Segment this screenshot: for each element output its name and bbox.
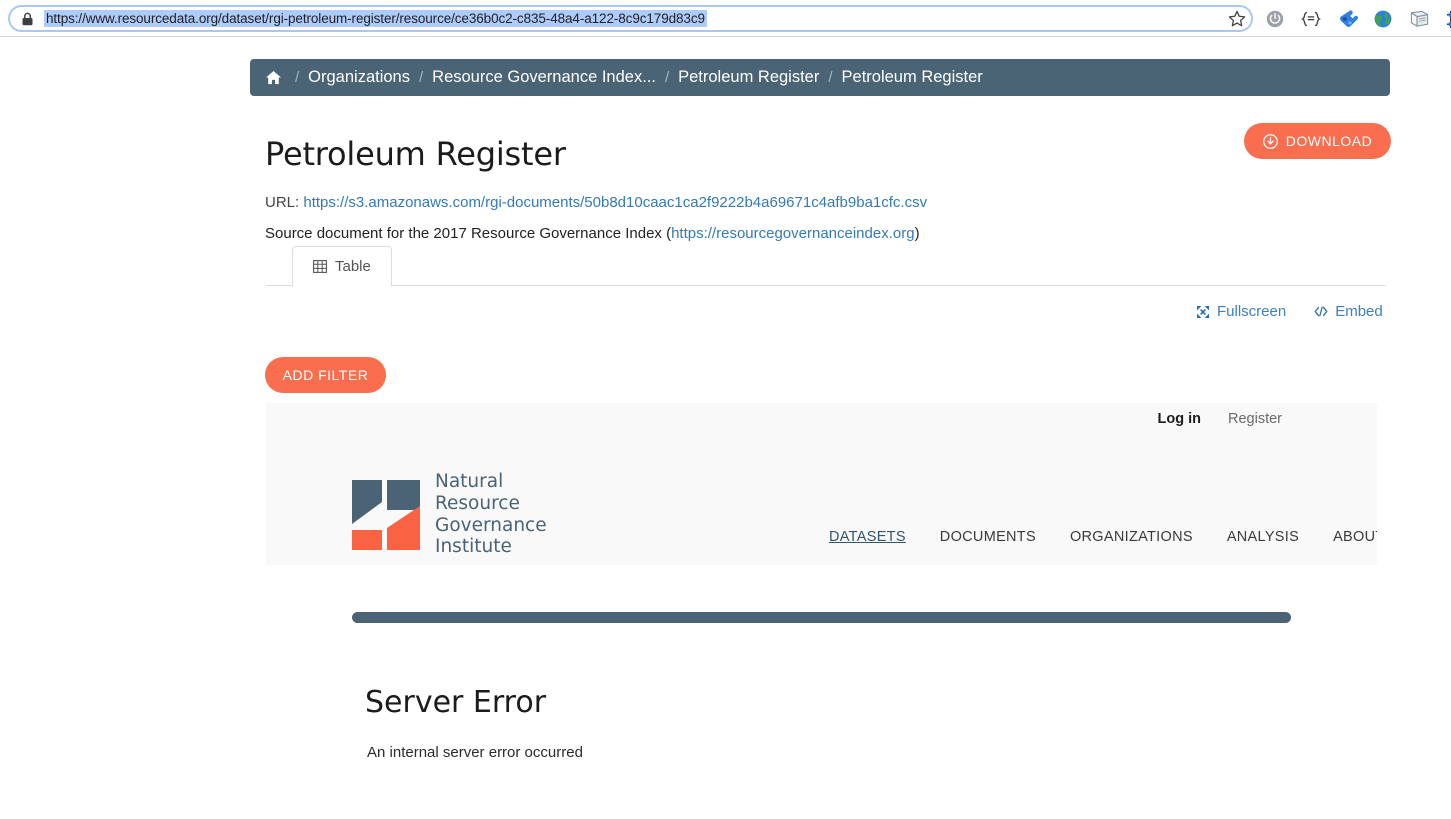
- server-error-title: Server Error: [365, 685, 547, 720]
- view-tabs: Table: [266, 246, 1386, 287]
- embed-label: Embed: [1335, 303, 1383, 320]
- logo-line-2: Resource: [435, 492, 520, 514]
- url-text[interactable]: https://www.resourcedata.org/dataset/rgi…: [44, 10, 707, 27]
- embedded-user-links: Log in Register: [1158, 411, 1283, 427]
- resource-url-link[interactable]: https://s3.amazonaws.com/rgi-documents/5…: [303, 194, 927, 211]
- embed-button[interactable]: Embed: [1314, 303, 1383, 320]
- view-controls: Fullscreen Embed: [1196, 303, 1383, 320]
- nav-item-analysis[interactable]: ANALYSIS: [1210, 529, 1316, 545]
- address-bar[interactable]: https://www.resourcedata.org/dataset/rgi…: [8, 5, 1253, 32]
- nav-item-about[interactable]: ABOUT: [1316, 529, 1377, 545]
- breadcrumb-item-organization[interactable]: Resource Governance Index...: [432, 68, 656, 87]
- puzzle-blue-icon[interactable]: [1336, 8, 1358, 30]
- page-title: Petroleum Register: [265, 135, 566, 173]
- embedded-main-nav: DATASETS DOCUMENTS ORGANIZATIONS ANALYSI…: [812, 529, 1377, 545]
- breadcrumb: / Organizations / Resource Governance In…: [250, 59, 1390, 96]
- nrgi-logo-mark: [352, 479, 420, 550]
- breadcrumb-separator: /: [664, 69, 670, 86]
- nav-item-datasets[interactable]: DATASETS: [812, 529, 923, 545]
- logo-line-1: Natural: [435, 471, 504, 492]
- table-grid-icon: [313, 259, 327, 274]
- browser-toolbar: https://www.resourcedata.org/dataset/rgi…: [0, 0, 1451, 37]
- description-prefix: Source document for the 2017 Resource Go…: [265, 225, 672, 242]
- embedded-site-header: Log in Register Natural Resource Governa…: [266, 403, 1377, 565]
- fullscreen-button[interactable]: Fullscreen: [1196, 303, 1286, 320]
- register-link[interactable]: Register: [1228, 411, 1282, 427]
- breadcrumb-item-organizations[interactable]: Organizations: [308, 68, 410, 87]
- tab-table[interactable]: Table: [292, 246, 392, 287]
- resource-url-line: URL: https://s3.amazonaws.com/rgi-docume…: [265, 194, 927, 211]
- code-brackets-icon: [1314, 305, 1328, 319]
- download-button-label: DOWNLOAD: [1285, 133, 1373, 149]
- embedded-resource-frame: Log in Register Natural Resource Governa…: [266, 403, 1377, 819]
- server-error-message: An internal server error occurred: [367, 744, 583, 761]
- breadcrumb-separator: /: [418, 69, 424, 86]
- fullscreen-label: Fullscreen: [1217, 303, 1287, 320]
- url-label: URL:: [265, 194, 300, 211]
- resource-description: Source document for the 2017 Resource Go…: [265, 225, 920, 242]
- braces-menu-icon[interactable]: [1300, 8, 1322, 30]
- star-outline-icon[interactable]: [1228, 10, 1246, 28]
- breadcrumb-separator: /: [828, 69, 833, 86]
- power-circle-icon[interactable]: [1264, 8, 1286, 30]
- lock-icon: [20, 12, 34, 26]
- description-suffix: ): [914, 225, 920, 242]
- nav-item-organizations[interactable]: ORGANIZATIONS: [1053, 529, 1210, 545]
- breadcrumb-item-resource[interactable]: Petroleum Register: [842, 68, 983, 87]
- logo-line-4: Institute: [435, 536, 512, 558]
- logo-line-3: Governance: [435, 514, 547, 536]
- login-link[interactable]: Log in: [1158, 411, 1202, 427]
- embedded-divider-bar: [352, 612, 1291, 623]
- crop-frame-icon[interactable]: [1444, 8, 1451, 30]
- globe-icon[interactable]: [1372, 8, 1394, 30]
- nav-item-documents[interactable]: DOCUMENTS: [923, 529, 1053, 545]
- nrgi-logo-wordmark: Natural Resource Governance Institute: [435, 471, 547, 558]
- expand-arrows-icon: [1196, 305, 1210, 319]
- page-content: / Organizations / Resource Governance In…: [0, 37, 1451, 819]
- home-icon[interactable]: [264, 70, 282, 86]
- breadcrumb-item-dataset[interactable]: Petroleum Register: [678, 68, 819, 87]
- notebook-icon[interactable]: [1408, 8, 1430, 30]
- breadcrumb-separator: /: [295, 69, 300, 86]
- tab-table-label: Table: [335, 258, 371, 275]
- extension-icons: [1264, 7, 1451, 31]
- add-filter-button[interactable]: ADD FILTER: [265, 357, 386, 393]
- description-link[interactable]: https://resourcegovernanceindex.org: [671, 225, 914, 242]
- nrgi-logo[interactable]: Natural Resource Governance Institute: [352, 471, 547, 558]
- download-circle-icon: [1262, 133, 1278, 149]
- download-button[interactable]: DOWNLOAD: [1244, 123, 1391, 159]
